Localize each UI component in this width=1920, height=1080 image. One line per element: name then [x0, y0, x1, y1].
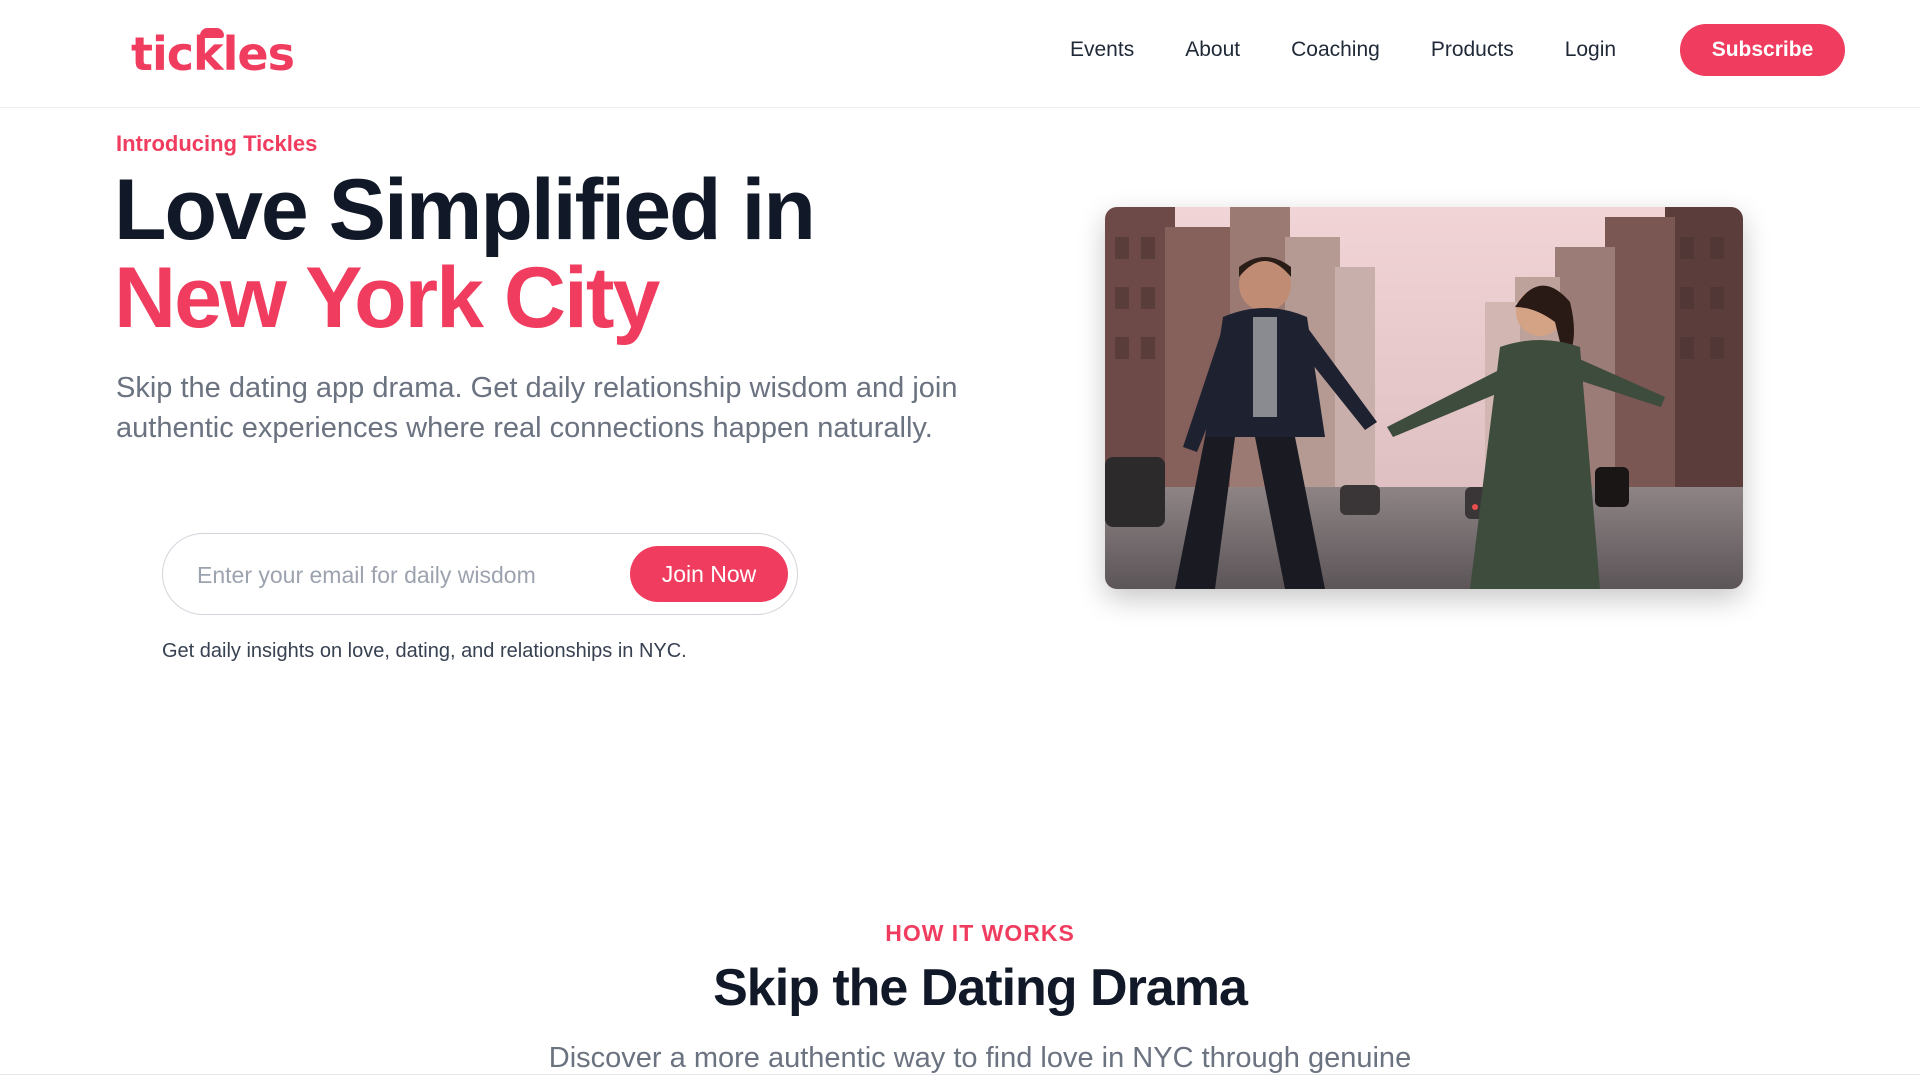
how-it-works-eyebrow: HOW IT WORKS	[885, 920, 1075, 946]
how-it-works-subtitle: Discover a more authentic way to find lo…	[548, 1042, 1412, 1074]
email-input[interactable]	[197, 554, 617, 596]
main-nav: Events About Coaching Products Login	[1070, 30, 1616, 70]
hero-title: Love Simplified in New York City	[114, 166, 816, 346]
subscribe-button[interactable]: Subscribe	[1680, 24, 1845, 76]
nav-login[interactable]: Login	[1565, 30, 1616, 70]
couple-photo	[1105, 207, 1743, 589]
hero-title-line1: Love Simplified in	[114, 162, 816, 258]
how-it-works-title: Skip the Dating Drama	[713, 959, 1248, 1017]
couple-photo-icon	[1105, 207, 1743, 589]
join-now-button[interactable]: Join Now	[630, 546, 788, 602]
divider	[0, 1074, 1920, 1075]
hero-subtitle: Skip the dating app drama. Get daily rel…	[116, 372, 958, 444]
logo-mark-icon	[200, 28, 224, 38]
nav-about[interactable]: About	[1185, 30, 1240, 70]
hero-title-line2: New York City	[114, 250, 660, 346]
email-signup-form: Join Now	[162, 533, 798, 615]
site-header: tickles Events About Coaching Products L…	[0, 0, 1920, 108]
landing-page: tickles Events About Coaching Products L…	[0, 0, 1920, 1080]
signup-note: Get daily insights on love, dating, and …	[162, 640, 687, 662]
tickles-logo[interactable]: tickles	[131, 26, 295, 82]
nav-products[interactable]: Products	[1431, 30, 1514, 70]
hero-eyebrow: Introducing Tickles	[116, 131, 318, 156]
nav-events[interactable]: Events	[1070, 30, 1134, 70]
nav-coaching[interactable]: Coaching	[1291, 30, 1380, 70]
